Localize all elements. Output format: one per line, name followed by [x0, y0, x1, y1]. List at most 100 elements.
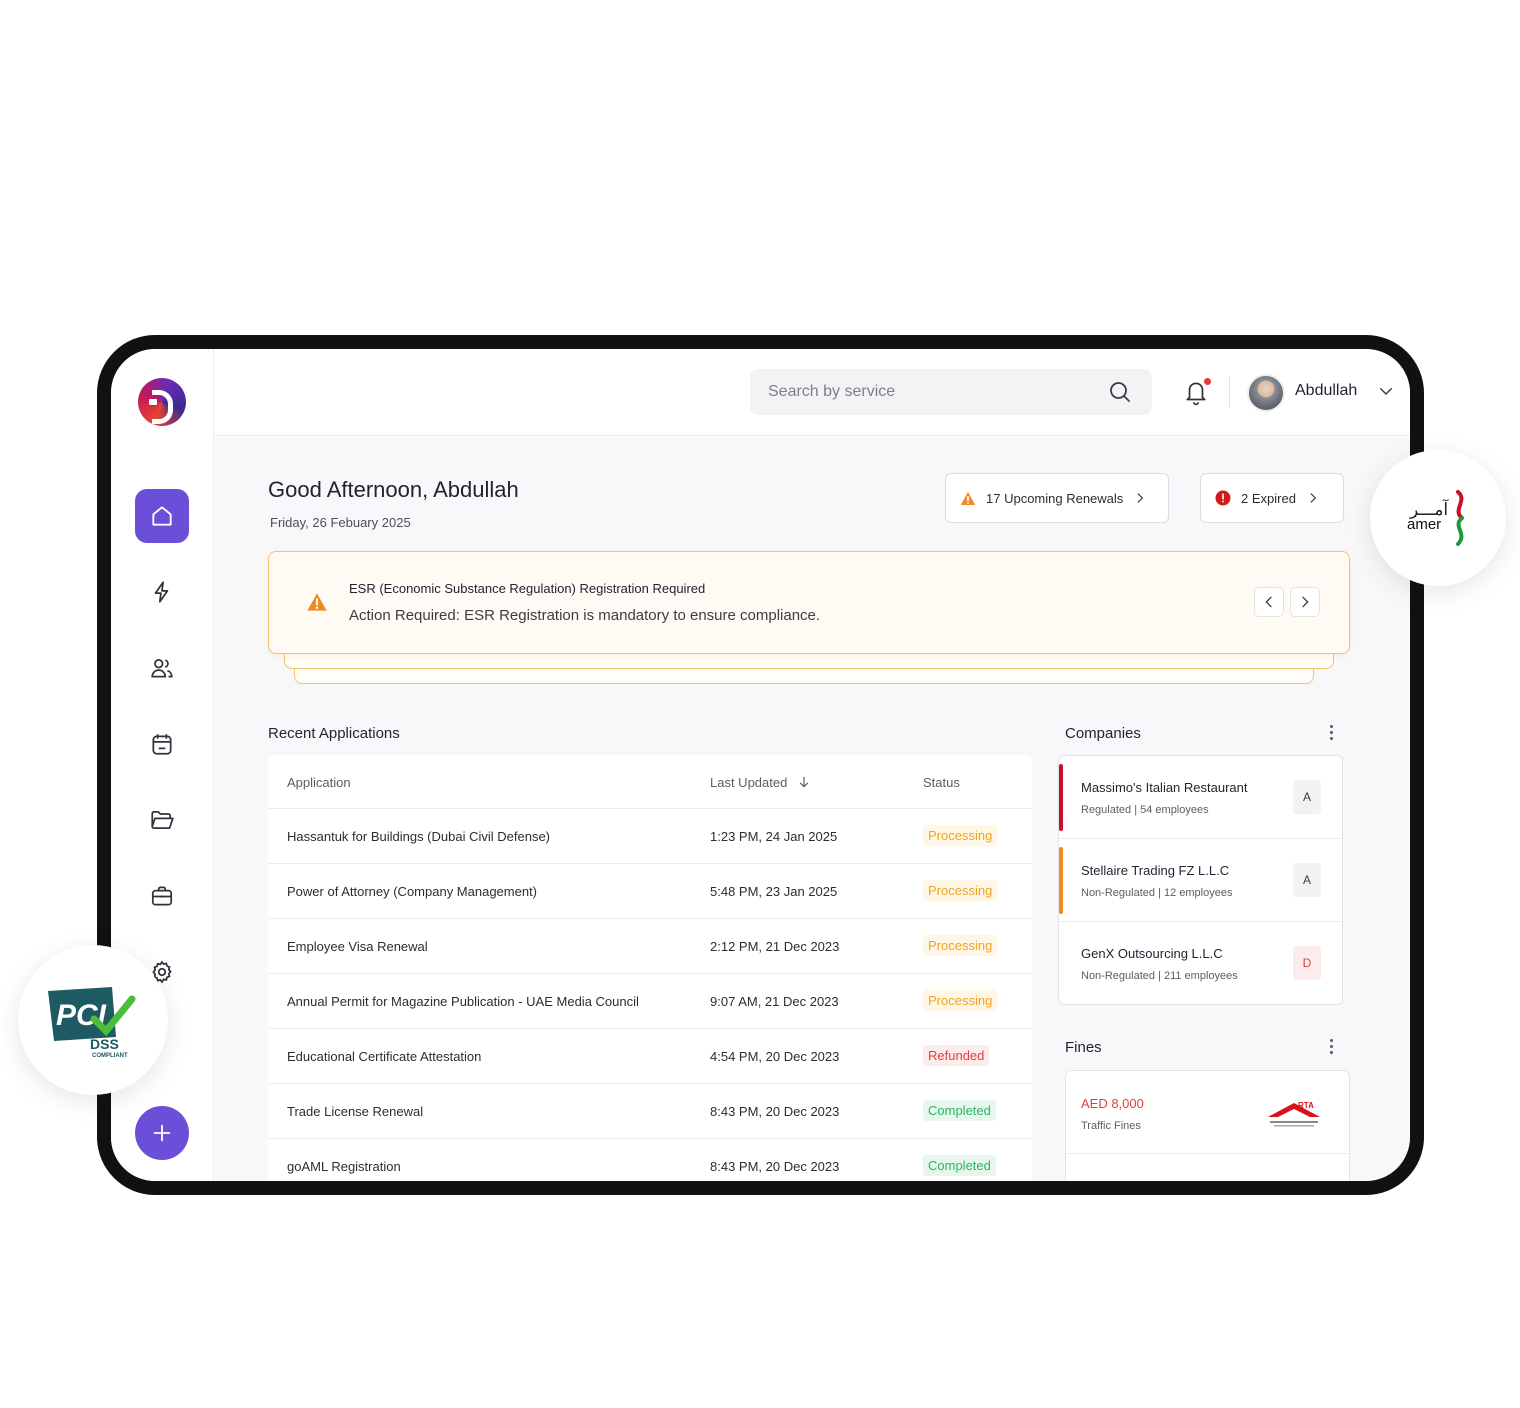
table-row[interactable]: Annual Permit for Magazine Publication -…	[268, 974, 1032, 1029]
company-accent-bar	[1059, 847, 1063, 914]
arrow-down-icon	[799, 776, 809, 788]
status-badge: Processing	[923, 935, 998, 956]
fine-type: Traffic Fines	[1081, 1120, 1141, 1132]
status-badge: Processing	[923, 825, 998, 846]
company-grade: D	[1293, 946, 1321, 980]
table-row[interactable]: Power of Attorney (Company Management) 5…	[268, 864, 1032, 919]
svg-text:RTA: RTA	[1298, 1101, 1314, 1110]
renewals-label: 17 Upcoming Renewals	[986, 490, 1124, 506]
company-accent-bar	[1059, 764, 1063, 831]
table-header: Application Last Updated Status	[268, 755, 1032, 809]
column-header-status: Status	[923, 775, 960, 790]
company-name: Massimo's Italian Restaurant	[1081, 780, 1248, 795]
company-grade: A	[1293, 863, 1321, 897]
companies-more-icon[interactable]	[1330, 725, 1334, 743]
expired-button[interactable]: 2 Expired	[1200, 473, 1344, 523]
status-badge: Processing	[923, 990, 998, 1011]
last-updated: 8:43 PM, 20 Dec 2023	[710, 1159, 840, 1174]
current-date: Friday, 26 Febuary 2025	[270, 515, 411, 530]
alert-stack: ESR (Economic Substance Regulation) Regi…	[268, 551, 1350, 701]
esr-alert[interactable]: ESR (Economic Substance Regulation) Regi…	[268, 551, 1350, 654]
lightning-icon	[154, 581, 169, 603]
application-name: Trade License Renewal	[287, 1104, 424, 1119]
search-bar[interactable]	[750, 369, 1152, 415]
main-content: Good Afternoon, Abdullah Friday, 26 Febu…	[215, 437, 1410, 1181]
warning-icon	[960, 491, 976, 505]
status-badge: Processing	[923, 880, 998, 901]
company-name: Stellaire Trading FZ L.L.C	[1081, 863, 1230, 878]
last-updated: 1:23 PM, 24 Jan 2025	[710, 829, 838, 844]
chevron-right-icon	[1310, 493, 1317, 503]
fine-item[interactable]: AED 8,000 Traffic Fines RTA	[1066, 1071, 1349, 1154]
table-row[interactable]: Trade License Renewal 8:43 PM, 20 Dec 20…	[268, 1084, 1032, 1139]
topbar-divider	[1229, 376, 1230, 408]
status-badge: Completed	[923, 1100, 996, 1121]
applications-table: Application Last Updated Status Hassantu…	[268, 755, 1032, 1181]
page-title: Good Afternoon, Abdullah	[268, 477, 519, 502]
app-logo[interactable]	[138, 378, 186, 426]
chevron-right-icon	[1137, 493, 1144, 503]
companies-list: Massimo's Italian Restaurant Regulated |…	[1058, 755, 1343, 1005]
chevron-right-icon	[1302, 596, 1309, 608]
upcoming-renewals-button[interactable]: 17 Upcoming Renewals	[945, 473, 1169, 523]
status-badge: Completed	[923, 1155, 996, 1176]
recent-applications-title: Recent Applications	[268, 725, 400, 742]
users-icon	[151, 659, 173, 678]
table-row[interactable]: Hassantuk for Buildings (Dubai Civil Def…	[268, 809, 1032, 864]
table-row[interactable]: Educational Certificate Attestation 4:54…	[268, 1029, 1032, 1084]
fines-list: AED 8,000 Traffic Fines RTA	[1065, 1070, 1350, 1181]
avatar[interactable]	[1247, 374, 1285, 412]
expired-label: 2 Expired	[1241, 490, 1296, 506]
company-grade: A	[1293, 780, 1321, 814]
sidebar-item-users[interactable]	[135, 641, 189, 695]
home-icon	[152, 506, 172, 526]
fine-amount: AED 8,000	[1081, 1096, 1144, 1111]
sidebar-item-services[interactable]	[135, 869, 189, 923]
amer-logo-text: amer	[1407, 516, 1442, 533]
user-name[interactable]: Abdullah	[1295, 382, 1357, 400]
notifications-button[interactable]	[1183, 378, 1211, 408]
status-badge: Refunded	[923, 1045, 990, 1066]
fine-item[interactable]	[1066, 1154, 1349, 1181]
company-item[interactable]: Massimo's Italian Restaurant Regulated |…	[1059, 756, 1342, 839]
company-item[interactable]: GenX Outsourcing L.L.C Non-Regulated | 2…	[1059, 922, 1342, 1004]
add-button[interactable]	[135, 1106, 189, 1160]
fines-more-icon[interactable]	[1330, 1039, 1334, 1057]
amer-badge: آمـــر amer	[1370, 450, 1506, 586]
alert-prev-button[interactable]	[1254, 587, 1284, 617]
chevron-down-icon[interactable]	[1377, 382, 1395, 400]
search-icon[interactable]	[1108, 380, 1132, 404]
companies-title: Companies	[1065, 725, 1141, 742]
company-name: GenX Outsourcing L.L.C	[1081, 946, 1223, 961]
alert-title: ESR (Economic Substance Regulation) Regi…	[349, 581, 706, 596]
last-updated: 4:54 PM, 20 Dec 2023	[710, 1049, 840, 1064]
sidebar-item-calendar[interactable]	[135, 717, 189, 771]
table-row[interactable]: Employee Visa Renewal 2:12 PM, 21 Dec 20…	[268, 919, 1032, 974]
topbar: Abdullah	[215, 349, 1410, 436]
application-name: goAML Registration	[287, 1159, 401, 1174]
svg-text:DSS: DSS	[90, 1036, 119, 1052]
company-meta: Regulated | 54 employees	[1081, 804, 1209, 816]
sidebar-item-home[interactable]	[135, 489, 189, 543]
amer-flag-icon	[1456, 490, 1464, 546]
application-name: Hassantuk for Buildings (Dubai Civil Def…	[287, 829, 551, 844]
briefcase-icon	[151, 886, 173, 906]
sidebar-item-documents[interactable]	[135, 793, 189, 847]
column-header-last-updated[interactable]: Last Updated	[710, 775, 811, 790]
sidebar-item-activity[interactable]	[135, 565, 189, 619]
chevron-left-icon	[1265, 596, 1272, 608]
plus-icon	[153, 1124, 171, 1142]
last-updated: 8:43 PM, 20 Dec 2023	[710, 1104, 840, 1119]
application-name: Educational Certificate Attestation	[287, 1049, 482, 1064]
rta-logo: RTA	[1268, 1101, 1320, 1127]
calendar-icon	[152, 734, 172, 755]
company-meta: Non-Regulated | 211 employees	[1081, 970, 1238, 982]
search-input[interactable]	[768, 369, 1088, 415]
error-icon	[1215, 490, 1231, 506]
company-item[interactable]: Stellaire Trading FZ L.L.C Non-Regulated…	[1059, 839, 1342, 922]
application-name: Employee Visa Renewal	[287, 939, 428, 954]
application-name: Annual Permit for Magazine Publication -…	[287, 994, 639, 1009]
alert-next-button[interactable]	[1290, 587, 1320, 617]
table-row[interactable]: goAML Registration 8:43 PM, 20 Dec 2023 …	[268, 1139, 1032, 1181]
fines-title: Fines	[1065, 1039, 1102, 1056]
